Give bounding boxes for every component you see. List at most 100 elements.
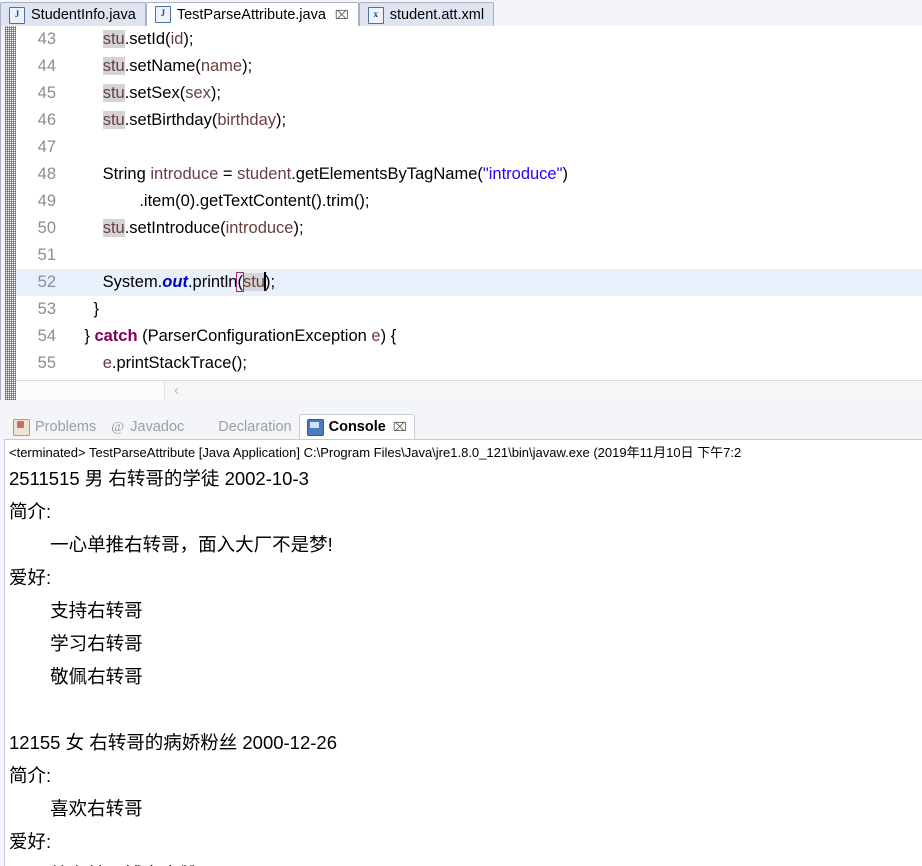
code-token: .printStackTrace(); <box>111 354 247 372</box>
code-token: ; <box>270 273 276 291</box>
code-line[interactable]: 44 stu.setName(name); <box>16 53 922 80</box>
code-token: "introduce" <box>482 165 563 183</box>
editor-horizontal-scrollbar[interactable]: ‹ <box>16 380 922 400</box>
line-number: 48 <box>37 165 56 183</box>
code-token: ); <box>210 84 222 102</box>
panel-tab-problems[interactable]: Problems <box>6 414 103 440</box>
code-text: System.out.println(stu); <box>66 272 276 292</box>
code-token: stu <box>102 30 125 48</box>
java-editor[interactable]: 43 stu.setId(id); 44 stu.setName(name); 45… <box>0 26 922 400</box>
code-token: .setId( <box>124 30 171 48</box>
code-text: String introduce = student.getElementsBy… <box>66 165 568 183</box>
panel-tab-declaration[interactable]: Declaration <box>191 414 298 440</box>
line-number: 54 <box>37 327 56 345</box>
code-token: student <box>237 165 292 183</box>
editor-change-ruler[interactable] <box>5 26 16 400</box>
line-number: 55 <box>37 354 56 372</box>
console-process-header: <terminated> TestParseAttribute [Java Ap… <box>9 445 742 460</box>
code-token: birthday <box>217 111 277 129</box>
code-token: .setName( <box>124 57 201 75</box>
xml-file-icon: x <box>367 6 384 24</box>
code-token: .item(0).getTextContent().trim(); <box>66 192 370 210</box>
bottom-view-stack: Problems @ Javadoc Declaration Console ⌧ <ter… <box>0 412 922 866</box>
code-token: ); <box>276 111 287 129</box>
code-token: ); <box>183 30 194 48</box>
line-number: 49 <box>37 192 56 210</box>
line-number: 45 <box>37 84 56 102</box>
code-text: stu.setSex(sex); <box>66 84 221 102</box>
code-token: = <box>218 165 238 183</box>
code-token: introduce <box>150 165 219 183</box>
code-token: e <box>102 354 112 372</box>
line-number: 50 <box>37 219 56 237</box>
code-text: stu.setName(name); <box>66 57 252 75</box>
editor-console-sash[interactable] <box>0 400 922 412</box>
code-token: ); <box>293 219 304 237</box>
code-token: } <box>66 300 100 318</box>
panel-tab-label: Declaration <box>218 419 292 435</box>
code-text: stu.setIntroduce(introduce); <box>66 219 304 237</box>
panel-tab-label: Console <box>328 419 386 435</box>
eclipse-workbench-window: J StudentInfo.java J TestParseAttribute.jav… <box>0 0 922 866</box>
editor-tab-0[interactable]: J StudentInfo.java <box>0 2 146 27</box>
console-view[interactable]: <terminated> TestParseAttribute [Java Ap… <box>4 439 922 866</box>
code-token: System. <box>66 273 163 291</box>
code-token: .println <box>187 273 238 291</box>
code-token: ); <box>242 57 253 75</box>
code-line[interactable]: 48 String introduce = student.getElement… <box>16 161 922 188</box>
code-text: e.printStackTrace(); <box>66 354 247 372</box>
java-file-icon: J <box>9 6 25 24</box>
line-number: 51 <box>37 246 56 264</box>
line-number: 47 <box>37 138 56 156</box>
code-token: e <box>371 327 381 345</box>
code-token: String <box>66 165 151 183</box>
code-line[interactable]: 52 System.out.println(stu); <box>16 269 922 296</box>
code-token: ) { <box>380 327 397 345</box>
code-line[interactable]: 49 .item(0).getTextContent().trim(); <box>16 188 922 215</box>
code-text: } catch (ParserConfigurationException e)… <box>66 327 396 345</box>
code-token: .setBirthday( <box>124 111 218 129</box>
problems-icon <box>13 418 30 436</box>
panel-tab-label: Problems <box>35 419 97 435</box>
editor-tab-2[interactable]: x student.att.xml <box>358 2 495 27</box>
code-line[interactable]: 55 e.printStackTrace(); <box>16 350 922 377</box>
editor-tab-label: student.att.xml <box>389 7 485 23</box>
chevron-left-icon[interactable]: ‹ <box>174 383 179 398</box>
code-line[interactable]: 51 <box>16 242 922 269</box>
panel-tab-javadoc[interactable]: @ Javadoc <box>103 414 191 440</box>
code-text: stu.setBirthday(birthday); <box>66 111 286 129</box>
code-token: name <box>200 57 243 75</box>
code-token: stu <box>102 84 125 102</box>
declaration-icon <box>198 420 213 435</box>
code-token: .setSex( <box>124 84 186 102</box>
close-icon[interactable]: ⌧ <box>335 9 349 21</box>
code-line[interactable]: 43 stu.setId(id); <box>16 26 922 53</box>
code-line[interactable]: 50 stu.setIntroduce(introduce); <box>16 215 922 242</box>
panel-tab-label: Javadoc <box>130 419 185 435</box>
code-line[interactable]: 54 } catch (ParserConfigurationException… <box>16 323 922 350</box>
code-line[interactable]: 45 stu.setSex(sex); <box>16 80 922 107</box>
panel-tab-console[interactable]: Console ⌧ <box>298 414 415 440</box>
code-token: stu <box>102 111 125 129</box>
code-area[interactable]: 43 stu.setId(id); 44 stu.setName(name); 45… <box>16 26 922 400</box>
close-icon[interactable]: ⌧ <box>393 420 407 434</box>
editor-tab-1[interactable]: J TestParseAttribute.java ⌧ <box>145 2 359 27</box>
line-number: 43 <box>37 30 56 48</box>
code-line[interactable]: 47 <box>16 134 922 161</box>
editor-hscroll-thumb[interactable] <box>16 381 165 400</box>
line-number: 44 <box>37 57 56 75</box>
code-token: } <box>66 327 95 345</box>
code-token: out <box>162 273 188 291</box>
code-token: introduce <box>225 219 294 237</box>
code-token: stu <box>102 57 125 75</box>
line-number: 53 <box>37 300 56 318</box>
code-line[interactable]: 53 } <box>16 296 922 323</box>
console-output-text: 2511515 男 右转哥的学徒 2002-10-3 简介: 一心单推右转哥，面… <box>9 468 337 866</box>
code-token: catch <box>94 327 138 345</box>
editor-tab-label: StudentInfo.java <box>31 7 136 23</box>
code-line[interactable]: 46 stu.setBirthday(birthday); <box>16 107 922 134</box>
